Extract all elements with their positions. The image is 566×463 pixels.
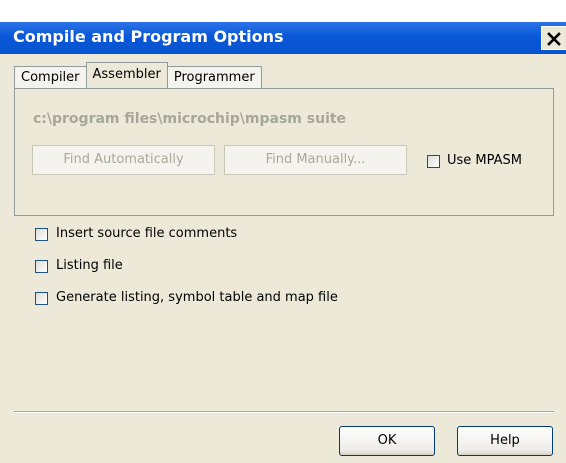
use-mpasm-checkbox[interactable] xyxy=(427,155,440,168)
find-automatically-button[interactable]: Find Automatically xyxy=(32,145,215,175)
use-mpasm-label: Use MPASM xyxy=(447,153,523,168)
help-button[interactable]: Help xyxy=(457,426,553,456)
tab-programmer[interactable]: Programmer xyxy=(166,66,262,88)
background-text-fragment: ‾ ‾ ′ ′ ′ xyxy=(12,0,66,8)
footer-separator xyxy=(14,411,554,413)
generate-listing-label: Generate listing, symbol table and map f… xyxy=(56,290,338,305)
assembler-path-panel: c:\program files\microchip\mpasm suite F… xyxy=(14,88,554,216)
tab-compiler[interactable]: Compiler xyxy=(14,66,87,88)
generate-listing-checkbox[interactable] xyxy=(35,292,48,305)
tab-assembler[interactable]: Assembler xyxy=(85,62,168,88)
title-bar[interactable]: Compile and Program Options xyxy=(0,22,566,54)
window-title: Compile and Program Options xyxy=(13,27,284,46)
insert-source-comments-label: Insert source file comments xyxy=(56,226,238,241)
compile-options-dialog: Compile and Program Options Compiler Ass… xyxy=(0,22,566,463)
find-manually-button[interactable]: Find Manually... xyxy=(224,145,407,175)
background-window-fragment: ‾ ‾ ′ ′ ′ xyxy=(0,0,566,22)
tab-strip: Compiler Assembler Programmer xyxy=(14,62,262,88)
insert-source-comments-checkbox[interactable] xyxy=(35,228,48,241)
listing-file-label: Listing file xyxy=(56,258,123,273)
ok-button[interactable]: OK xyxy=(339,426,435,456)
close-icon xyxy=(547,32,561,46)
listing-file-checkbox[interactable] xyxy=(35,260,48,273)
mpasm-path-label: c:\program files\microchip\mpasm suite xyxy=(33,111,347,127)
close-button[interactable] xyxy=(541,26,566,50)
